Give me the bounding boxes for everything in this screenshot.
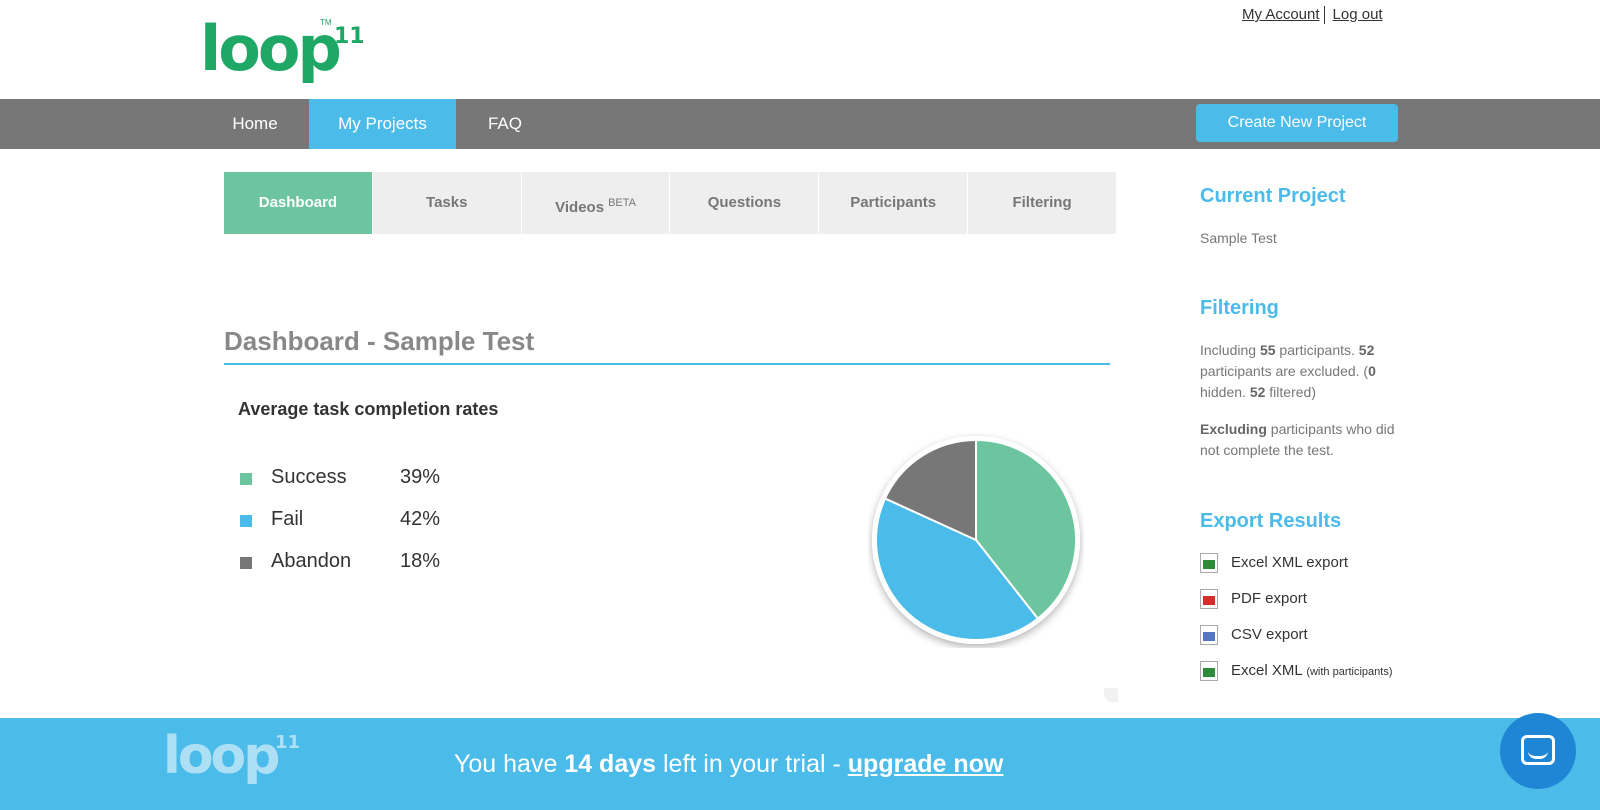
tab-label: Participants — [850, 194, 937, 211]
legend-value: 39% — [400, 466, 441, 488]
text-segment: left in your trial - — [656, 750, 848, 778]
filtering-summary: Including 55 participants. 52 participan… — [1200, 340, 1410, 403]
text-segment: filtered) — [1265, 384, 1316, 400]
logout-link[interactable]: Log out — [1333, 6, 1383, 23]
tab-label: Tasks — [426, 194, 468, 211]
filtered-count: 52 — [1249, 384, 1266, 400]
title-divider — [224, 363, 1110, 365]
logo-superscript: 11 — [334, 24, 365, 49]
pie-svg — [872, 436, 1080, 644]
logo-trademark: TM — [320, 18, 332, 27]
legend-label: Abandon — [271, 550, 352, 572]
chart-resize-corner — [1104, 688, 1118, 702]
excel-icon — [1200, 553, 1218, 573]
tab-filtering[interactable]: Filtering — [968, 172, 1116, 234]
chat-launcher-button[interactable] — [1500, 713, 1576, 789]
legend-label: Fail — [271, 508, 304, 530]
completion-pie-chart — [868, 432, 1084, 648]
icon-band — [1203, 668, 1215, 677]
export-label: CSV export — [1231, 626, 1308, 643]
section-heading: Average task completion rates — [238, 399, 499, 419]
included-count: 55 — [1259, 342, 1276, 358]
legend-swatch — [240, 557, 252, 569]
tab-label: Videos — [555, 199, 605, 216]
loop11-logo[interactable]: loop TM 11 — [200, 12, 365, 90]
tab-label: Dashboard — [258, 194, 338, 211]
icon-band — [1203, 560, 1215, 569]
trial-days: 14 days — [564, 750, 657, 778]
tab-label: Filtering — [1012, 194, 1072, 211]
tab-tasks[interactable]: Tasks — [372, 172, 521, 234]
export-results-heading: Export Results — [1200, 510, 1342, 532]
hidden-count: 0 — [1368, 363, 1376, 379]
legend-swatch — [240, 473, 252, 485]
account-links: My Account Log out — [1242, 6, 1383, 25]
tab-questions[interactable]: Questions — [670, 172, 819, 234]
footer-logo-wordmark: loop — [163, 726, 280, 786]
trial-message: You have 14 days left in your trial - up… — [454, 750, 1003, 779]
excluded-count: 52 — [1358, 342, 1375, 358]
footer-logo-superscript: 11 — [275, 732, 301, 753]
pdf-icon — [1200, 589, 1218, 609]
beta-badge: BETA — [608, 197, 636, 209]
tab-label: Questions — [707, 194, 782, 211]
tab-participants[interactable]: Participants — [819, 172, 968, 234]
excluding-label: Excluding — [1200, 421, 1267, 437]
legend-value: 42% — [400, 508, 441, 530]
legend-item-abandon: Abandon 18% — [240, 550, 480, 592]
current-project-name: Sample Test — [1200, 230, 1277, 246]
chart-legend: Success 39% Fail 42% Abandon 18% — [240, 466, 480, 592]
text-segment: participants are excluded. ( — [1200, 363, 1369, 379]
excel-icon — [1200, 661, 1218, 681]
my-account-link[interactable]: My Account — [1242, 6, 1320, 23]
export-label: Excel XML export — [1231, 554, 1348, 571]
icon-band — [1203, 632, 1215, 641]
filtering-note: Excluding participants who did not compl… — [1200, 419, 1410, 461]
current-project-heading: Current Project — [1200, 185, 1346, 207]
legend-label: Success — [271, 466, 347, 488]
csv-icon — [1200, 625, 1218, 645]
text-segment: Including — [1200, 342, 1260, 358]
icon-band — [1203, 596, 1215, 605]
text-segment: participants. — [1275, 342, 1359, 358]
dashboard-tabs: Dashboard Tasks Videos BETA Questions Par… — [224, 172, 1116, 234]
page-title: Dashboard - Sample Test — [224, 326, 535, 356]
tab-dashboard[interactable]: Dashboard — [224, 172, 372, 234]
tab-videos[interactable]: Videos BETA — [521, 172, 670, 234]
export-label-main: Excel XML — [1231, 662, 1307, 679]
chat-bubble-icon — [1521, 735, 1555, 765]
upgrade-now-link[interactable]: upgrade now — [848, 750, 1004, 778]
logo-wordmark: loop — [200, 12, 342, 85]
legend-item-fail: Fail 42% — [240, 508, 480, 550]
legend-swatch — [240, 515, 252, 527]
pie-slices — [875, 438, 1078, 642]
trial-banner: loop 11 You have 14 days left in your tr… — [0, 718, 1600, 810]
link-divider — [1323, 6, 1325, 25]
text-segment: hidden. — [1200, 384, 1250, 400]
nav-faq[interactable]: FAQ — [462, 99, 548, 149]
export-label-note: (with participants) — [1306, 666, 1393, 678]
app-root: loop TM 11 My Account Log out Home My Pro… — [0, 0, 1600, 810]
text-segment: You have — [454, 750, 565, 778]
legend-item-success: Success 39% — [240, 466, 480, 508]
legend-value: 18% — [400, 550, 441, 572]
create-new-project-button[interactable]: Create New Project — [1196, 104, 1398, 142]
filtering-heading: Filtering — [1200, 297, 1279, 319]
export-label: Excel XML (with participants) — [1231, 662, 1393, 679]
nav-home[interactable]: Home — [210, 99, 300, 149]
nav-my-projects[interactable]: My Projects — [309, 99, 456, 149]
export-label: PDF export — [1231, 590, 1307, 607]
